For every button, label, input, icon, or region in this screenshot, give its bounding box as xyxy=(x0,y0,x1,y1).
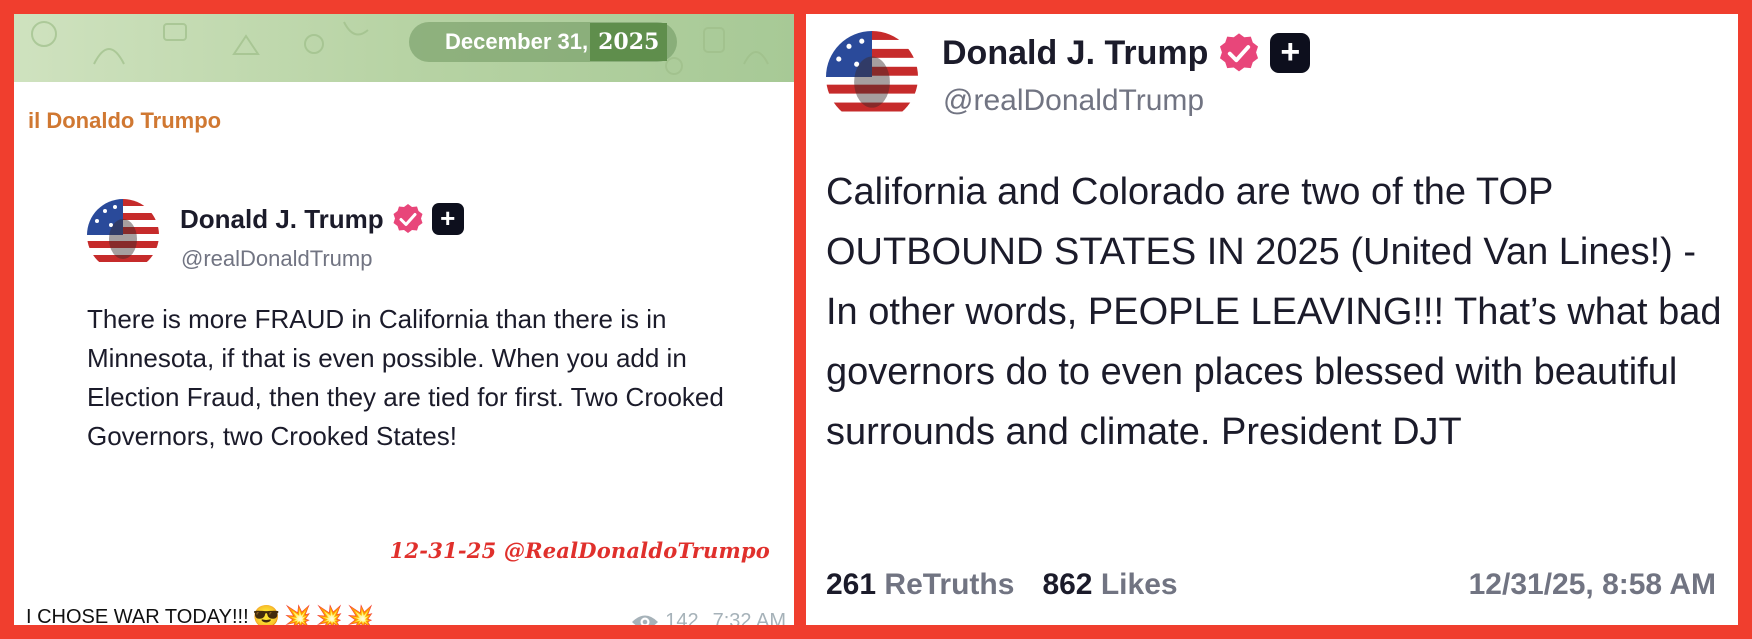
plus-badge-icon: + xyxy=(1270,33,1311,73)
retruths-label: ReTruths xyxy=(884,568,1015,601)
caption-text: I CHOSE WAR TODAY!!! xyxy=(26,605,249,626)
message-time: 7:32 AM xyxy=(712,610,786,625)
post-author-name[interactable]: Donald J. Trump xyxy=(942,34,1208,73)
plus-badge-icon: + xyxy=(431,203,464,235)
truth-post-panel: Donald J. Trump + @realDonaldTrump Calif… xyxy=(806,14,1738,625)
chat-background: December 31, 2025 xyxy=(14,14,794,82)
sender-name[interactable]: il Donaldo Trumpo xyxy=(28,108,221,134)
avatar[interactable] xyxy=(826,31,918,123)
sunglasses-emoji: 😎 xyxy=(252,604,281,625)
post-author-handle[interactable]: @realDonaldTrump xyxy=(943,84,1204,118)
doodle-pattern xyxy=(31,21,769,75)
post-timestamp: 12/31/25, 8:58 AM xyxy=(1468,568,1716,601)
verified-badge-icon xyxy=(1220,33,1259,72)
embedded-post-header: Donald J. Trump + @realDonaldTrump xyxy=(87,199,747,279)
collision-emoji: 💥 xyxy=(315,604,343,625)
message-meta: 142 7:32 AM xyxy=(631,610,786,625)
date-label: December 31, xyxy=(445,29,589,54)
eye-icon xyxy=(632,615,659,625)
post-name-row: Donald J. Trump + xyxy=(942,32,1311,74)
likes-count: 862 xyxy=(1042,568,1093,601)
date-year: 2025 xyxy=(590,23,668,61)
retruths-stat[interactable]: 261 ReTruths xyxy=(826,568,1014,602)
collision-emoji: 💥 xyxy=(284,604,312,625)
message-caption: I CHOSE WAR TODAY!!! 😎 💥 💥 💥 xyxy=(26,604,374,625)
signature-watermark: 12-31-25 @RealDonaldoTrumpo xyxy=(389,538,770,563)
post-text: California and Colorado are two of the T… xyxy=(826,171,1722,453)
retruths-count: 261 xyxy=(826,568,877,601)
post-stats: 261 ReTruths 862 Likes xyxy=(826,568,1178,602)
avatar xyxy=(87,199,159,271)
post-author-name[interactable]: Donald J. Trump xyxy=(180,204,384,235)
verified-badge-icon xyxy=(393,204,423,233)
message-bubble: il Donaldo Trumpo Donald J. Trump + @rea… xyxy=(14,82,794,625)
post-name-row: Donald J. Trump + xyxy=(180,203,464,235)
date-pill: December 31, 2025 xyxy=(409,22,677,62)
post-author-handle[interactable]: @realDonaldTrump xyxy=(181,246,372,272)
post-text: There is more FRAUD in California than t… xyxy=(87,304,724,451)
likes-stat[interactable]: 862 Likes xyxy=(1042,568,1177,602)
telegram-message-panel: December 31, 2025 il Donaldo Trumpo Dona… xyxy=(14,14,794,625)
likes-label: Likes xyxy=(1100,568,1178,601)
collision-emoji: 💥 xyxy=(346,604,375,625)
view-count: 142 xyxy=(665,610,699,625)
